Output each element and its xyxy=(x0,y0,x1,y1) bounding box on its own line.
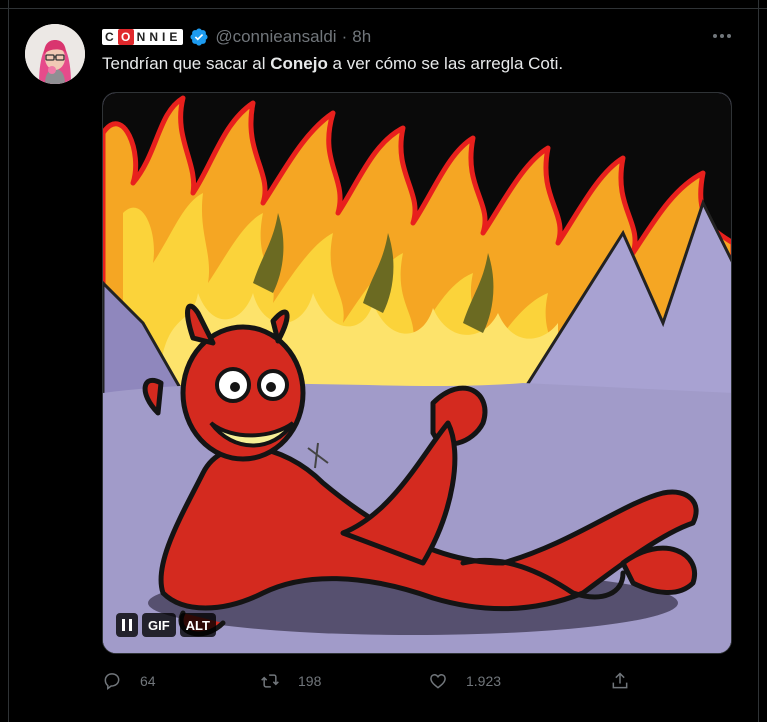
more-dots-icon[interactable] xyxy=(709,26,735,46)
reply-icon xyxy=(104,673,120,690)
like-count: 1.923 xyxy=(466,673,502,689)
like-button[interactable]: 1.923 xyxy=(428,671,501,691)
media-badges: GIF ALT xyxy=(116,613,216,637)
avatar[interactable] xyxy=(25,24,85,84)
tweet-actions: 64 198 1.923 xyxy=(102,671,632,697)
frame-top-border xyxy=(0,0,767,9)
frame-left-border xyxy=(0,0,9,722)
tweet-text: Tendrían que sacar al Conejo a ver cómo … xyxy=(102,52,563,76)
frame-right-border xyxy=(758,0,767,722)
tweet-header: C O NNIE @connieansaldi · 8h xyxy=(102,26,371,48)
heart-icon xyxy=(430,673,446,689)
media-gif[interactable] xyxy=(102,92,732,654)
user-handle[interactable]: @connieansaldi xyxy=(215,27,336,47)
retweet-icon xyxy=(261,674,279,688)
retweet-count: 198 xyxy=(298,673,322,689)
pause-button[interactable] xyxy=(116,613,138,637)
tweet-text-end: a ver cómo se las arregla Coti. xyxy=(327,54,564,73)
display-name[interactable]: C O NNIE xyxy=(102,29,184,45)
gif-badge: GIF xyxy=(142,613,176,637)
reply-button[interactable]: 64 xyxy=(102,671,156,691)
share-button[interactable] xyxy=(610,671,630,691)
share-icon xyxy=(612,672,628,689)
tweet-text-bold: Conejo xyxy=(270,54,328,73)
retweet-button[interactable]: 198 xyxy=(260,671,321,691)
verified-badge-icon xyxy=(190,28,208,46)
devil-illustration xyxy=(103,93,731,653)
alt-badge[interactable]: ALT xyxy=(179,613,216,637)
tweet-text-start: Tendrían que sacar al xyxy=(102,54,271,73)
tweet-time[interactable]: 8h xyxy=(352,27,371,47)
reply-count: 64 xyxy=(140,673,156,689)
pause-icon xyxy=(122,619,132,631)
separator-dot: · xyxy=(341,27,348,46)
